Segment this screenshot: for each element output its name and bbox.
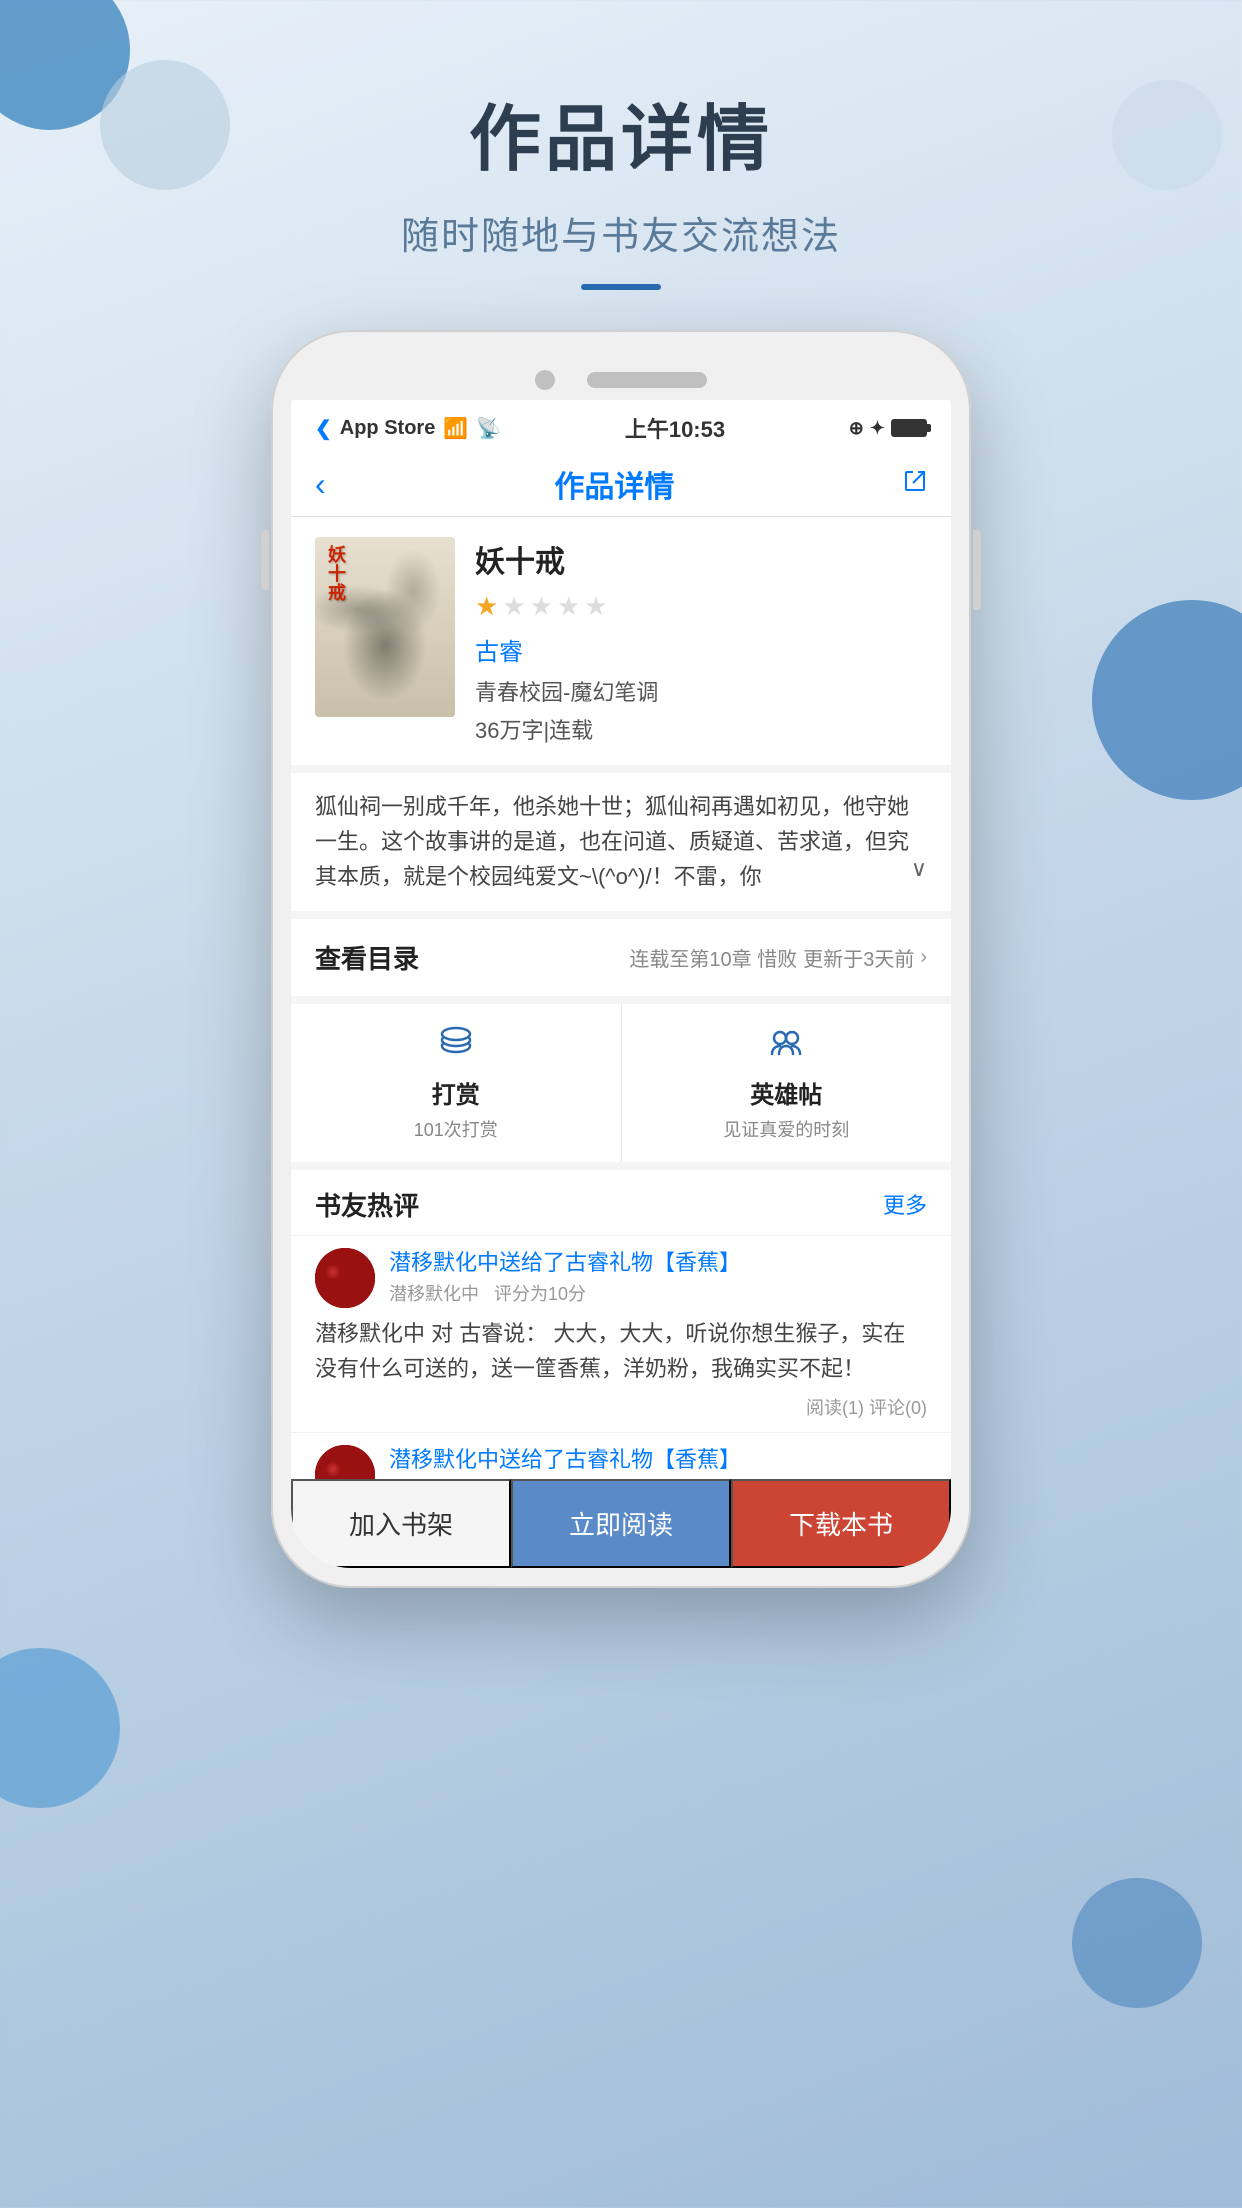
hero-post-sublabel: 见证真爱的时刻 — [723, 1116, 849, 1142]
download-button[interactable]: 下载本书 — [731, 1479, 951, 1568]
phone-camera — [535, 370, 555, 390]
status-left: ❮ App Store 📶 📡 — [315, 416, 501, 441]
book-details: 妖十戒 ★ ★ ★ ★ ★ 古睿 青春校园-魔幻笔调 36万字|连载 — [475, 537, 927, 745]
catalog-label: 查看目录 — [315, 939, 419, 976]
phone-speaker — [587, 372, 707, 388]
actions-row: 打赏 101次打赏 — [291, 1004, 951, 1170]
star-4: ★ — [557, 591, 580, 622]
status-right: ⊕ ✦ — [849, 418, 927, 439]
bg-decoration-3 — [1112, 80, 1222, 190]
review-user-info-1: 潜移默化中 评分为10分 — [389, 1280, 927, 1306]
bg-decoration-2 — [100, 60, 230, 190]
star-2: ★ — [502, 591, 525, 622]
update-info: 更新于3天前 — [803, 943, 914, 972]
review-score-1: 评分为10分 — [494, 1284, 586, 1304]
nav-share-button[interactable] — [903, 469, 927, 500]
review-item-1[interactable]: 潜移默化中送给了古睿礼物【香蕉】 潜移默化中 评分为10分 潜移默化中 对 古睿… — [291, 1235, 951, 1432]
book-description: 狐仙祠一别成千年，他杀她十世；狐仙祠再遇如初见，他守她一生。这个故事讲的是道，也… — [291, 773, 951, 919]
status-time: 上午10:53 — [625, 412, 725, 444]
star-3: ★ — [530, 591, 553, 622]
read-now-button[interactable]: 立即阅读 — [511, 1479, 731, 1568]
star-1: ★ — [475, 591, 498, 622]
chapter-info: 连载至第10章 惜败 — [629, 943, 797, 972]
hero-post-action[interactable]: 英雄帖 见证真爱的时刻 — [622, 1004, 952, 1162]
review-stats-1: 阅读(1) 评论(0) — [315, 1394, 927, 1420]
book-cover: 妖十戒 — [315, 537, 455, 717]
desc-text: 狐仙祠一别成千年，他杀她十世；狐仙祠再遇如初见，他守她一生。这个故事讲的是道，也… — [315, 789, 927, 895]
review-read-count-1: 阅读(1) — [806, 1398, 864, 1418]
book-rating: ★ ★ ★ ★ ★ — [475, 591, 927, 622]
tip-label: 打赏 — [432, 1075, 480, 1110]
review-header-1: 潜移默化中送给了古睿礼物【香蕉】 潜移默化中 评分为10分 — [315, 1248, 927, 1308]
nav-bar: ‹ 作品详情 — [291, 452, 951, 517]
tip-action[interactable]: 打赏 101次打赏 — [291, 1004, 622, 1162]
content-area: 妖十戒 妖十戒 ★ ★ ★ ★ ★ 古睿 — [291, 517, 951, 1568]
hero-post-icon — [768, 1024, 804, 1069]
bluetooth-icon: ✦ — [870, 418, 885, 439]
signal-icon: 📶 — [443, 416, 468, 441]
avatar-berries-1 — [315, 1248, 375, 1308]
tip-icon — [438, 1024, 474, 1069]
hot-reviews-more[interactable]: 更多 — [883, 1188, 927, 1220]
desc-expand-icon[interactable]: ∨ — [911, 851, 927, 886]
nav-back-button[interactable]: ‹ — [315, 466, 326, 503]
catalog-arrow-icon: › — [920, 946, 927, 969]
bg-decoration-5 — [0, 1648, 120, 1808]
hot-reviews-header: 书友热评 更多 — [291, 1170, 951, 1235]
star-5: ★ — [584, 591, 607, 622]
review-title-2: 潜移默化中送给了古睿礼物【香蕉】 — [389, 1446, 927, 1475]
book-author[interactable]: 古睿 — [475, 632, 927, 667]
phone-volume-button — [261, 530, 269, 590]
bg-decoration-6 — [1072, 1878, 1202, 2008]
phone-power-button — [973, 530, 981, 610]
review-comment-count-1: 评论(0) — [869, 1398, 927, 1418]
nav-title: 作品详情 — [554, 462, 674, 506]
wifi-icon: 📡 — [476, 416, 501, 441]
status-bar: ❮ App Store 📶 📡 上午10:53 ⊕ ✦ — [291, 400, 951, 452]
book-genre: 青春校园-魔幻笔调 — [475, 675, 927, 707]
review-user-1: 潜移默化中 — [389, 1284, 479, 1304]
hot-reviews-title: 书友热评 — [315, 1186, 419, 1223]
add-to-shelf-button[interactable]: 加入书架 — [291, 1479, 511, 1568]
back-app-icon: ❮ — [315, 416, 332, 441]
cover-title-text: 妖十戒 — [323, 545, 349, 602]
bottom-nav: 加入书架 立即阅读 下载本书 — [291, 1479, 951, 1568]
catalog-info: 连载至第10章 惜败 更新于3天前 › — [629, 943, 927, 972]
review-content-1: 潜移默化中 对 古睿说： 大大，大大，听说你想生猴子，实在没有什么可送的，送一筐… — [315, 1316, 927, 1386]
phone-top-bar — [291, 350, 951, 400]
phone-screen: ❮ App Store 📶 📡 上午10:53 ⊕ ✦ ‹ 作品详情 — [291, 350, 951, 1568]
review-title-1: 潜移默化中送给了古睿礼物【香蕉】 — [389, 1249, 927, 1278]
battery-icon — [891, 419, 927, 437]
phone-container: ❮ App Store 📶 📡 上午10:53 ⊕ ✦ ‹ 作品详情 — [0, 330, 1242, 1588]
phone-mockup: ❮ App Store 📶 📡 上午10:53 ⊕ ✦ ‹ 作品详情 — [271, 330, 971, 1588]
back-app-label: App Store — [340, 417, 436, 440]
book-title: 妖十戒 — [475, 537, 927, 581]
book-cover-art: 妖十戒 — [315, 537, 455, 717]
catalog-section[interactable]: 查看目录 连载至第10章 惜败 更新于3天前 › — [291, 919, 951, 1004]
title-divider — [581, 284, 661, 290]
review-title-block-1: 潜移默化中送给了古睿礼物【香蕉】 潜移默化中 评分为10分 — [389, 1249, 927, 1307]
book-wordcount: 36万字|连载 — [475, 713, 927, 745]
location-icon: ⊕ — [849, 418, 864, 439]
hero-post-label: 英雄帖 — [750, 1075, 822, 1110]
tip-sublabel: 101次打赏 — [414, 1116, 498, 1142]
book-info-section: 妖十戒 妖十戒 ★ ★ ★ ★ ★ 古睿 — [291, 517, 951, 773]
review-avatar-1 — [315, 1248, 375, 1308]
page-big-subtitle: 随时随地与书友交流想法 — [0, 205, 1242, 260]
